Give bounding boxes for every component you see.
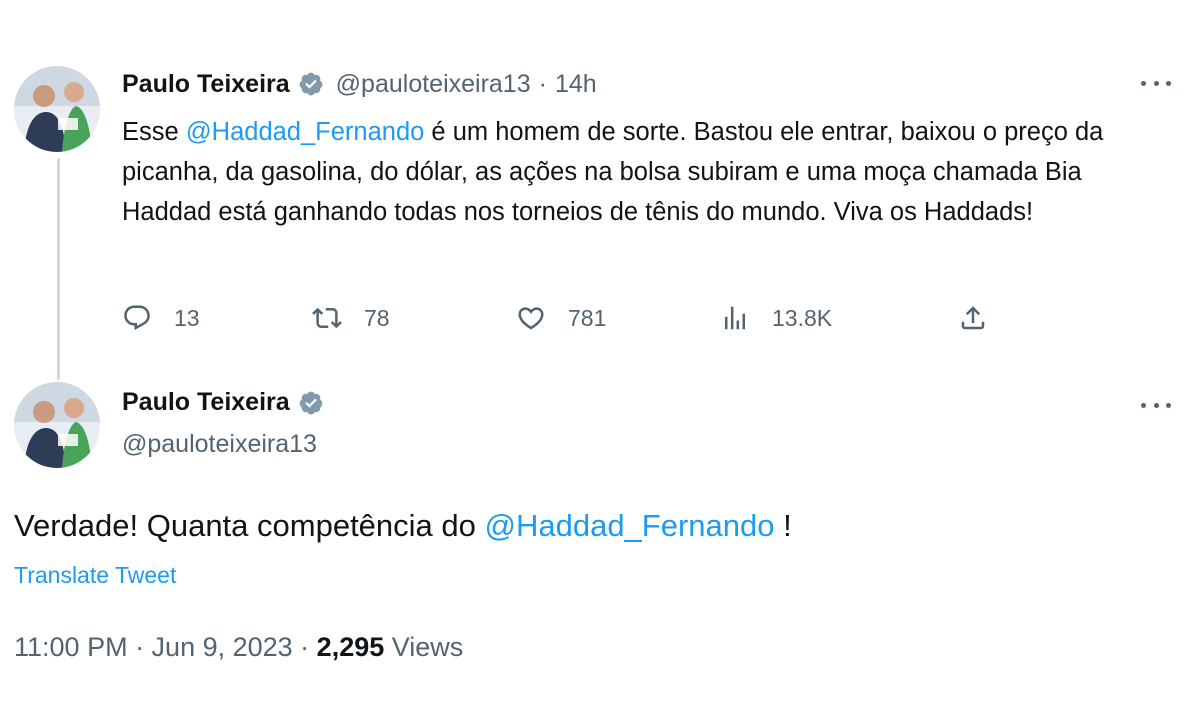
verified-badge-icon: [298, 71, 324, 97]
like-count: 781: [568, 304, 607, 331]
mention-link[interactable]: @Haddad_Fernando: [485, 508, 775, 543]
retweet-count: 78: [364, 304, 390, 331]
tweet-text-part: !: [774, 508, 792, 543]
author-name[interactable]: Paulo Teixeira: [122, 70, 290, 99]
translate-tweet-link[interactable]: Translate Tweet: [14, 562, 176, 589]
tweet1-header: Paulo Teixeira @pauloteixeira13 · 14h: [122, 66, 597, 102]
heart-icon: [518, 307, 544, 330]
views-count: 2,295: [316, 632, 385, 662]
retweet-button[interactable]: 78: [312, 300, 390, 336]
views-button[interactable]: 13.8K: [720, 300, 832, 336]
separator-dot: ·: [538, 69, 547, 98]
more-icon: [1141, 80, 1146, 86]
avatar[interactable]: [14, 66, 100, 152]
thread-connector-line: [57, 158, 60, 380]
reply-icon: [124, 305, 150, 331]
tweet-action-bar: 13 78 781 13.8K: [122, 300, 1002, 336]
author-handle[interactable]: @pauloteixeira13: [122, 430, 317, 459]
verified-badge-icon: [298, 390, 324, 416]
tweet-text-part: Esse: [122, 118, 186, 146]
more-options-button[interactable]: [1141, 73, 1171, 93]
like-button[interactable]: 781: [516, 300, 606, 336]
author-name[interactable]: Paulo Teixeira: [122, 388, 290, 417]
share-icon: [961, 306, 985, 330]
avatar[interactable]: [14, 382, 100, 468]
tweet2-header: Paulo Teixeira: [122, 388, 336, 417]
tweet2-text: Verdade! Quanta competência do @Haddad_F…: [14, 508, 792, 544]
views-count: 13.8K: [772, 304, 833, 331]
more-options-button[interactable]: [1141, 395, 1171, 415]
share-button[interactable]: [958, 300, 988, 336]
tweet-timestamp[interactable]: 11:00 PM · Jun 9, 2023 ·: [14, 632, 317, 662]
tweet-time[interactable]: 14h: [555, 70, 597, 99]
mention-link[interactable]: @Haddad_Fernando: [186, 118, 425, 146]
reply-button[interactable]: 13: [122, 300, 200, 336]
tweet1-text: Esse @Haddad_Fernando é um homem de sort…: [122, 112, 1142, 232]
analytics-icon: [725, 306, 745, 330]
retweet-icon: [312, 307, 342, 329]
views-label: Views: [384, 632, 464, 662]
author-handle[interactable]: @pauloteixeira13: [336, 70, 531, 99]
more-icon: [1141, 402, 1146, 408]
tweet-text-part: Verdade! Quanta competência do: [14, 508, 485, 543]
tweet-metadata: 11:00 PM · Jun 9, 2023 · 2,295 Views: [14, 632, 463, 663]
reply-count: 13: [174, 304, 200, 331]
